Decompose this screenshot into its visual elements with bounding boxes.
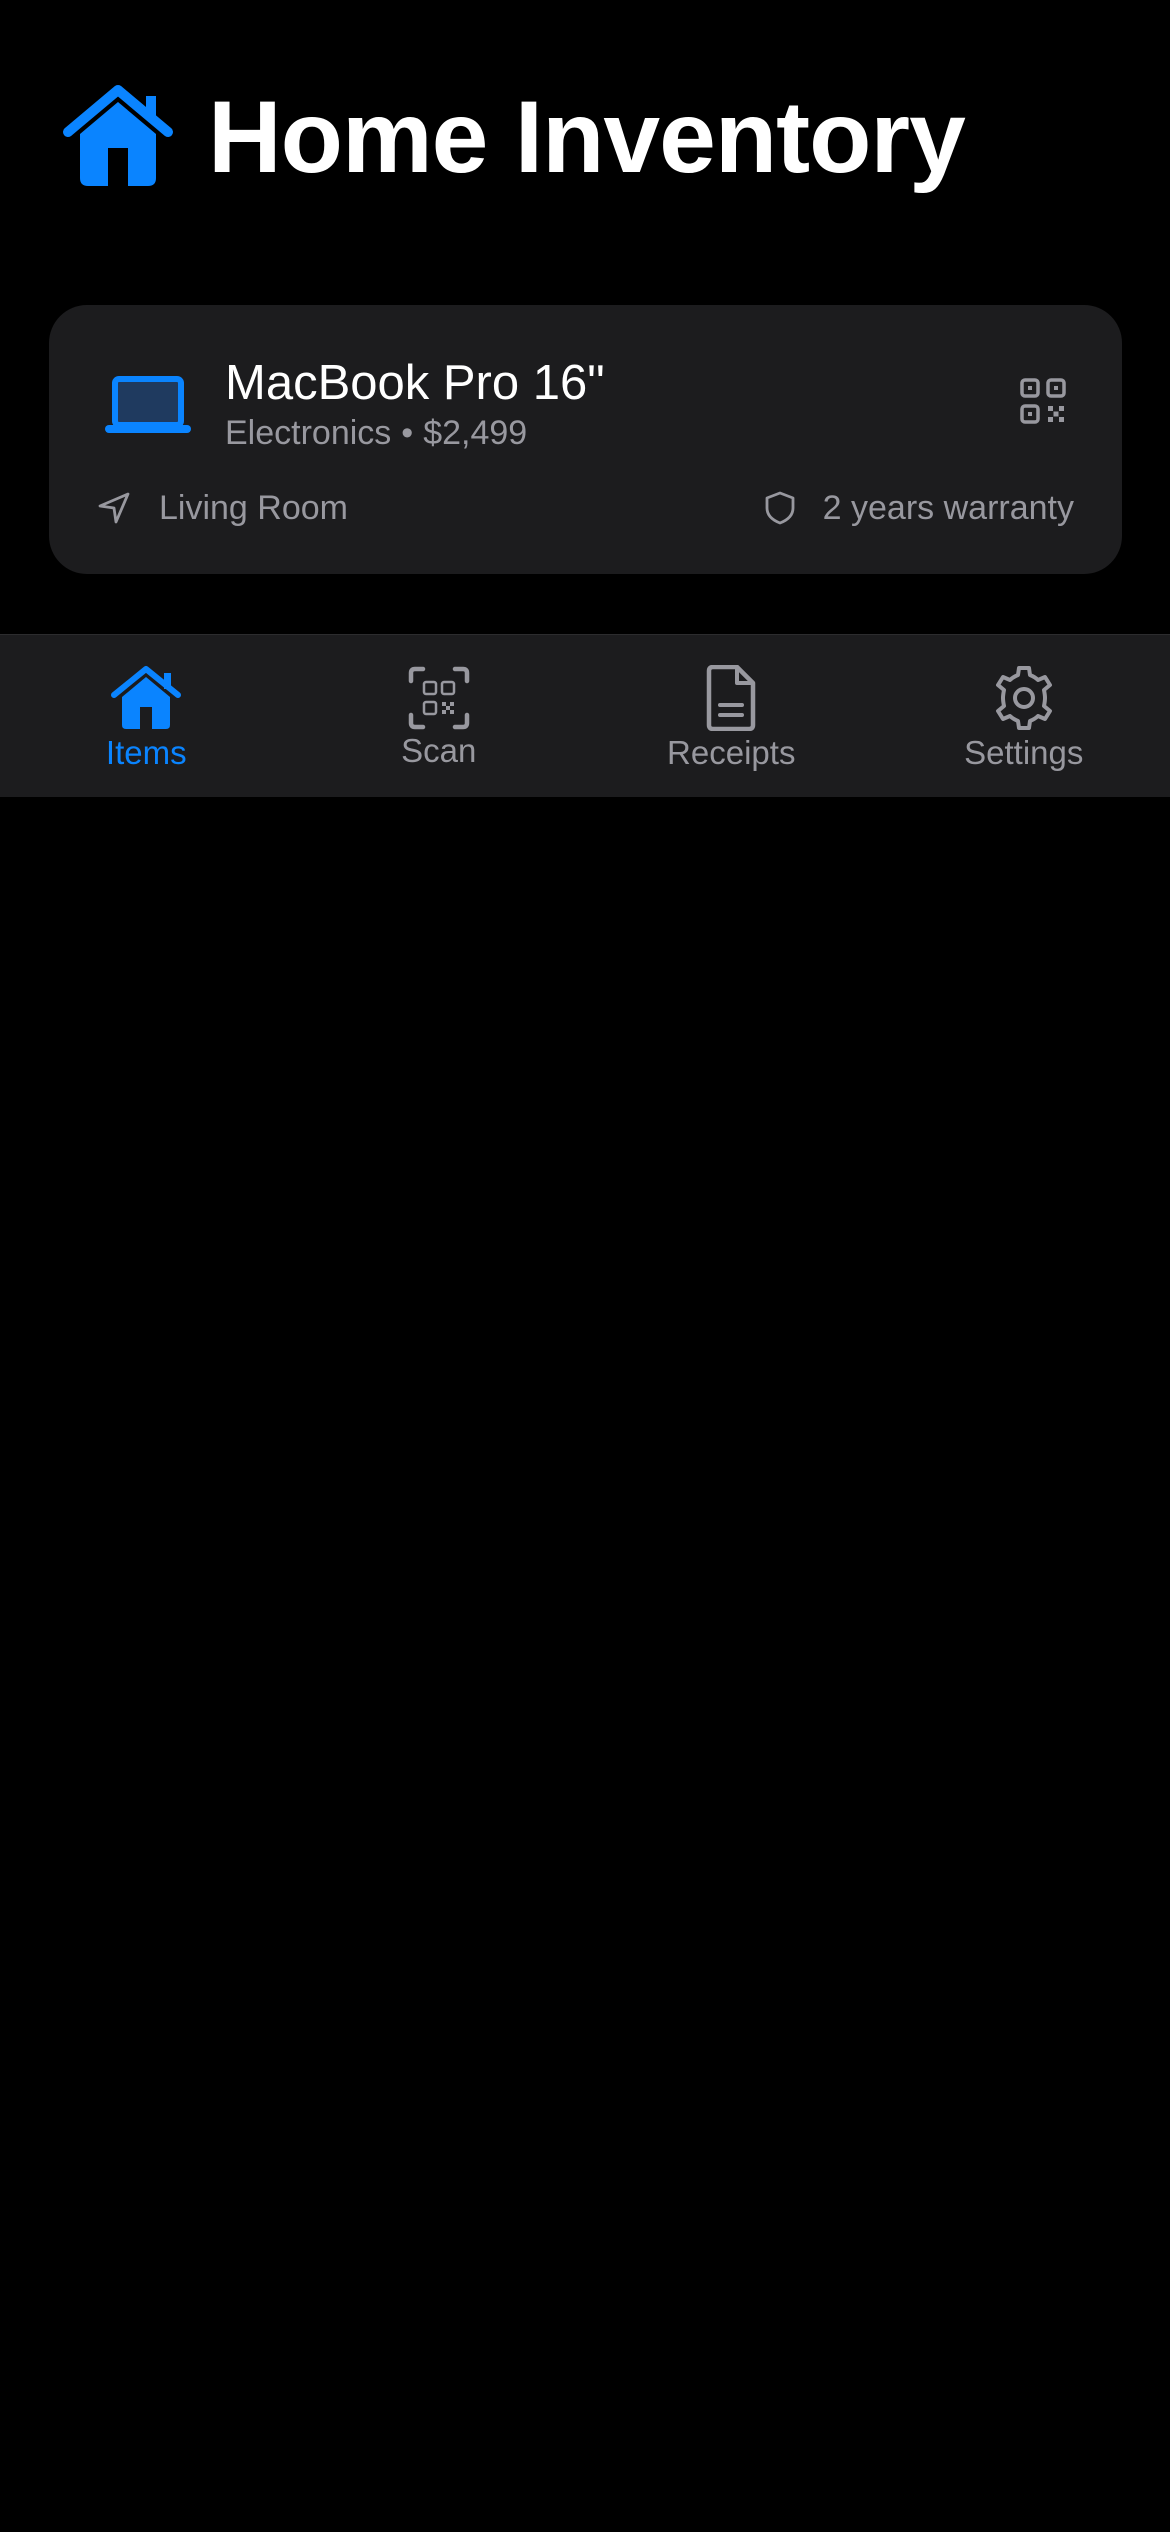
house-fill-icon: [63, 85, 173, 186]
page-header: Home Inventory: [58, 80, 966, 194]
document-icon: [707, 665, 756, 731]
tab-bar: Items Scan Receipts Settings: [0, 634, 1170, 797]
tab-items[interactable]: Items: [0, 635, 293, 797]
location-arrow-icon: [98, 492, 130, 524]
item-location: Living Room: [97, 485, 348, 531]
location-label: Living Room: [159, 489, 348, 527]
tab-receipts[interactable]: Receipts: [585, 635, 878, 797]
tab-label: Items: [105, 734, 187, 771]
qr-code-icon[interactable]: [1019, 377, 1067, 425]
tab-label: Scan: [401, 732, 477, 769]
tab-settings[interactable]: Settings: [878, 635, 1170, 797]
item-meta: Electronics • $2,499: [225, 411, 527, 455]
tab-label: Receipts: [667, 734, 796, 771]
tab-label: Settings: [964, 734, 1084, 771]
gear-icon: [995, 666, 1052, 730]
meta-separator: •: [401, 414, 414, 452]
item-name: MacBook Pro 16": [225, 356, 605, 410]
warranty-label: 2 years warranty: [822, 489, 1074, 527]
item-warranty: 2 years warranty: [763, 485, 1074, 531]
item-category: Electronics: [225, 414, 392, 452]
page-title: Home Inventory: [208, 80, 966, 194]
qr-scan-icon: [408, 666, 469, 730]
item-card[interactable]: MacBook Pro 16" Electronics • $2,499 Livin…: [49, 305, 1122, 574]
item-price: $2,499: [423, 414, 528, 452]
tab-scan[interactable]: Scan: [293, 635, 586, 797]
shield-icon: [765, 491, 795, 525]
laptop-icon: [105, 376, 191, 433]
house-fill-icon: [111, 666, 182, 729]
